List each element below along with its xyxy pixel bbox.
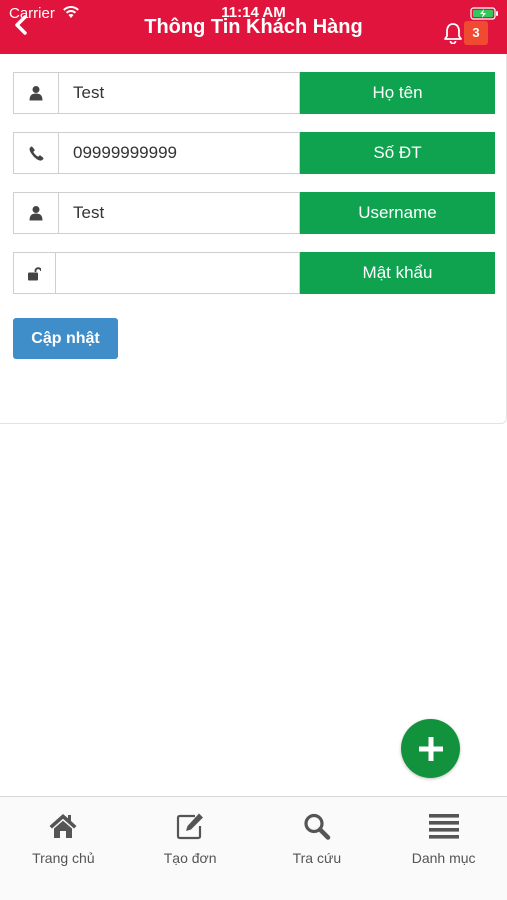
home-icon [49,814,77,838]
name-field-row: Họ tên [13,72,495,114]
profile-card: Họ tên Số ĐT Username Mật khẩu Cập nhật [0,54,507,424]
password-input[interactable] [55,252,300,294]
name-input[interactable] [58,72,300,114]
update-button[interactable]: Cập nhật [13,318,118,359]
nav-label-categories: Danh mục [411,850,476,866]
phone-field-row: Số ĐT [13,132,495,174]
bottom-nav: Trang chủ Tạo đơn Tra cứu Danh mục [0,796,507,900]
password-label: Mật khẩu [300,252,495,294]
nav-item-search[interactable]: Tra cứu [254,797,381,900]
add-button[interactable] [401,719,460,778]
header-bar: Carrier 11:14 AM Thông Tin Khách Hàng 3 [0,0,507,54]
nav-label-search: Tra cứu [292,850,342,866]
user-icon [13,72,58,114]
nav-label-home: Trang chủ [32,850,95,866]
menu-icon [428,814,459,839]
search-icon [304,813,331,840]
username-input[interactable] [58,192,300,234]
username-label: Username [300,192,495,234]
name-label: Họ tên [300,72,495,114]
nav-label-create-order: Tạo đơn [163,850,217,866]
nav-item-home[interactable]: Trang chủ [0,797,127,900]
phone-icon [13,132,58,174]
nav-item-categories[interactable]: Danh mục [380,797,507,900]
phone-label: Số ĐT [300,132,495,174]
user-icon [13,192,58,234]
notification-badge: 3 [464,21,488,45]
password-field-row: Mật khẩu [13,252,495,294]
nav-item-create-order[interactable]: Tạo đơn [127,797,254,900]
page-title: Thông Tin Khách Hàng [144,16,363,38]
plus-icon [418,736,443,761]
bell-icon[interactable] [443,22,463,44]
phone-input[interactable] [58,132,300,174]
unlock-icon [13,252,55,294]
screen: Carrier 11:14 AM Thông Tin Khách Hàng 3 [0,0,507,900]
edit-icon [177,813,204,840]
username-field-row: Username [13,192,495,234]
